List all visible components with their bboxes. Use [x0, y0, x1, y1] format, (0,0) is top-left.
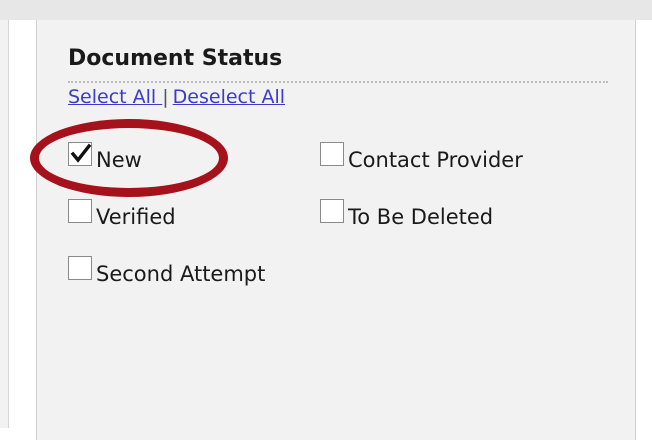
document-status-panel: Document Status Select All | Deselect All… [36, 20, 636, 440]
checkbox-label: New [96, 148, 142, 172]
checkbox-label: Second Attempt [96, 262, 266, 286]
checkbox-label: Verified [96, 205, 176, 229]
title-divider [68, 81, 608, 83]
right-gutter [637, 20, 652, 428]
checkbox-to-be-deleted-box[interactable] [320, 199, 344, 223]
checkbox-contact-provider[interactable]: Contact Provider [320, 142, 523, 172]
checkbox-contact-provider-box[interactable] [320, 142, 344, 166]
checkbox-second-attempt-box[interactable] [68, 256, 92, 280]
checkbox-second-attempt[interactable]: Second Attempt [68, 256, 266, 286]
checkbox-verified-box[interactable] [68, 199, 92, 223]
left-gutter [0, 20, 9, 428]
checkbox-new-box[interactable] [68, 142, 92, 166]
section-title: Document Status [68, 46, 283, 71]
checkmark-icon [70, 143, 92, 163]
checkbox-label: To Be Deleted [348, 205, 494, 229]
selection-links: Select All | Deselect All [68, 86, 285, 108]
top-strip [0, 0, 652, 20]
link-separator: | [162, 86, 169, 108]
checkbox-label: Contact Provider [348, 148, 523, 172]
checkbox-to-be-deleted[interactable]: To Be Deleted [320, 199, 494, 229]
select-all-link[interactable]: Select All [68, 86, 162, 108]
deselect-all-link[interactable]: Deselect All [173, 86, 285, 108]
checkbox-verified[interactable]: Verified [68, 199, 176, 229]
checkbox-new[interactable]: New [68, 142, 142, 172]
